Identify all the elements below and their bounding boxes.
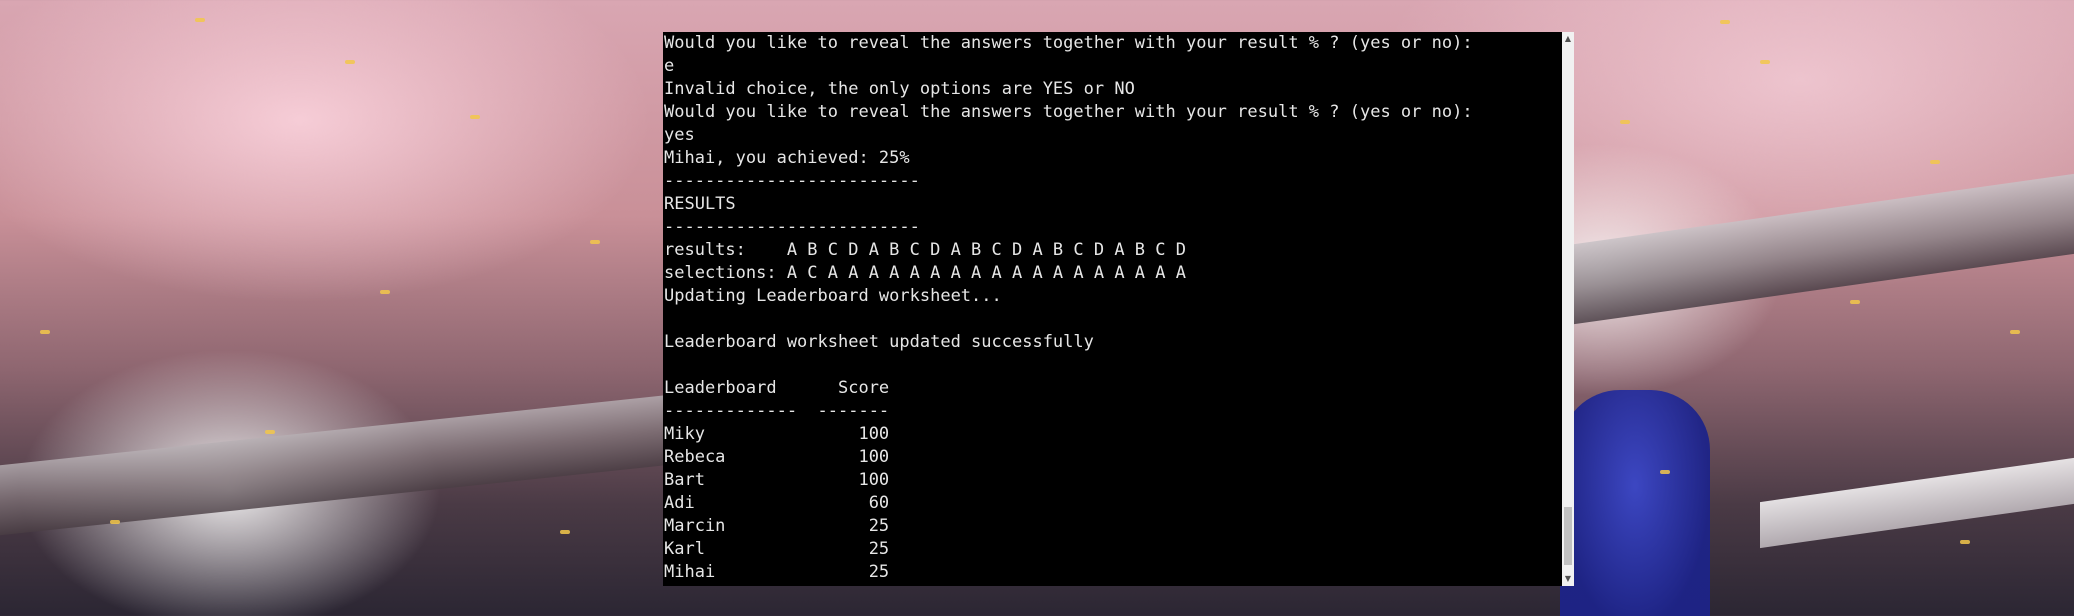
background-player <box>1560 390 1710 616</box>
confetti <box>345 60 355 64</box>
terminal-line-user-input: e <box>664 56 675 76</box>
leaderboard-header: Leaderboard Score <box>664 378 890 398</box>
terminal-line-status: Updating Leaderboard worksheet... <box>664 286 1002 306</box>
confetti <box>110 520 120 524</box>
leaderboard-row: Karl 25 <box>664 539 890 559</box>
leaderboard-row: Adi 60 <box>664 493 890 513</box>
terminal-line-prompt: Would you like to reveal the answers tog… <box>664 33 1473 53</box>
terminal-line-results-heading: RESULTS <box>664 194 736 214</box>
terminal-line-prompt: Would you like to reveal the answers tog… <box>664 102 1473 122</box>
leaderboard-row: Rebeca 100 <box>664 447 890 467</box>
terminal-line-results: results: A B C D A B C D A B C D A B C D… <box>664 240 1186 260</box>
terminal-output: Would you like to reveal the answers tog… <box>664 32 1473 584</box>
confetti <box>1760 60 1770 64</box>
leaderboard-row: Bart 100 <box>664 470 890 490</box>
terminal-line-divider: ------------------------- <box>664 217 920 237</box>
terminal-line-selections: selections: A C A A A A A A A A A A A A … <box>664 263 1186 283</box>
leaderboard-divider: ------------- ------- <box>664 401 890 421</box>
scroll-up-arrow-icon[interactable]: ▲ <box>1562 32 1574 46</box>
terminal-line-score: Mihai, you achieved: 25% <box>664 148 910 168</box>
confetti <box>1930 160 1940 164</box>
terminal-line-error: Invalid choice, the only options are YES… <box>664 79 1135 99</box>
confetti <box>590 240 600 244</box>
leaderboard-row: Mihai 25 <box>664 562 890 582</box>
terminal-scrollbar[interactable]: ▲ ▼ <box>1562 32 1574 586</box>
leaderboard-row: Marcin 25 <box>664 516 890 536</box>
confetti <box>1850 300 1860 304</box>
confetti <box>470 115 480 119</box>
background-stadium-right <box>1560 173 2074 327</box>
leaderboard-row: Miky 100 <box>664 424 890 444</box>
confetti <box>2010 330 2020 334</box>
confetti <box>1960 540 1970 544</box>
terminal-line-divider: ------------------------- <box>664 171 920 191</box>
terminal-window[interactable]: Would you like to reveal the answers tog… <box>663 32 1574 586</box>
background-banner <box>1760 457 2074 549</box>
confetti <box>1620 120 1630 124</box>
scrollbar-thumb[interactable] <box>1564 507 1572 565</box>
confetti <box>380 290 390 294</box>
confetti <box>1720 20 1730 24</box>
confetti <box>40 330 50 334</box>
scroll-down-arrow-icon[interactable]: ▼ <box>1562 572 1574 586</box>
confetti <box>1660 470 1670 474</box>
terminal-line-status: Leaderboard worksheet updated successful… <box>664 332 1094 352</box>
confetti <box>195 18 205 22</box>
background-stadium-left <box>0 394 670 536</box>
confetti <box>560 530 570 534</box>
confetti <box>265 430 275 434</box>
terminal-line-user-input: yes <box>664 125 695 145</box>
